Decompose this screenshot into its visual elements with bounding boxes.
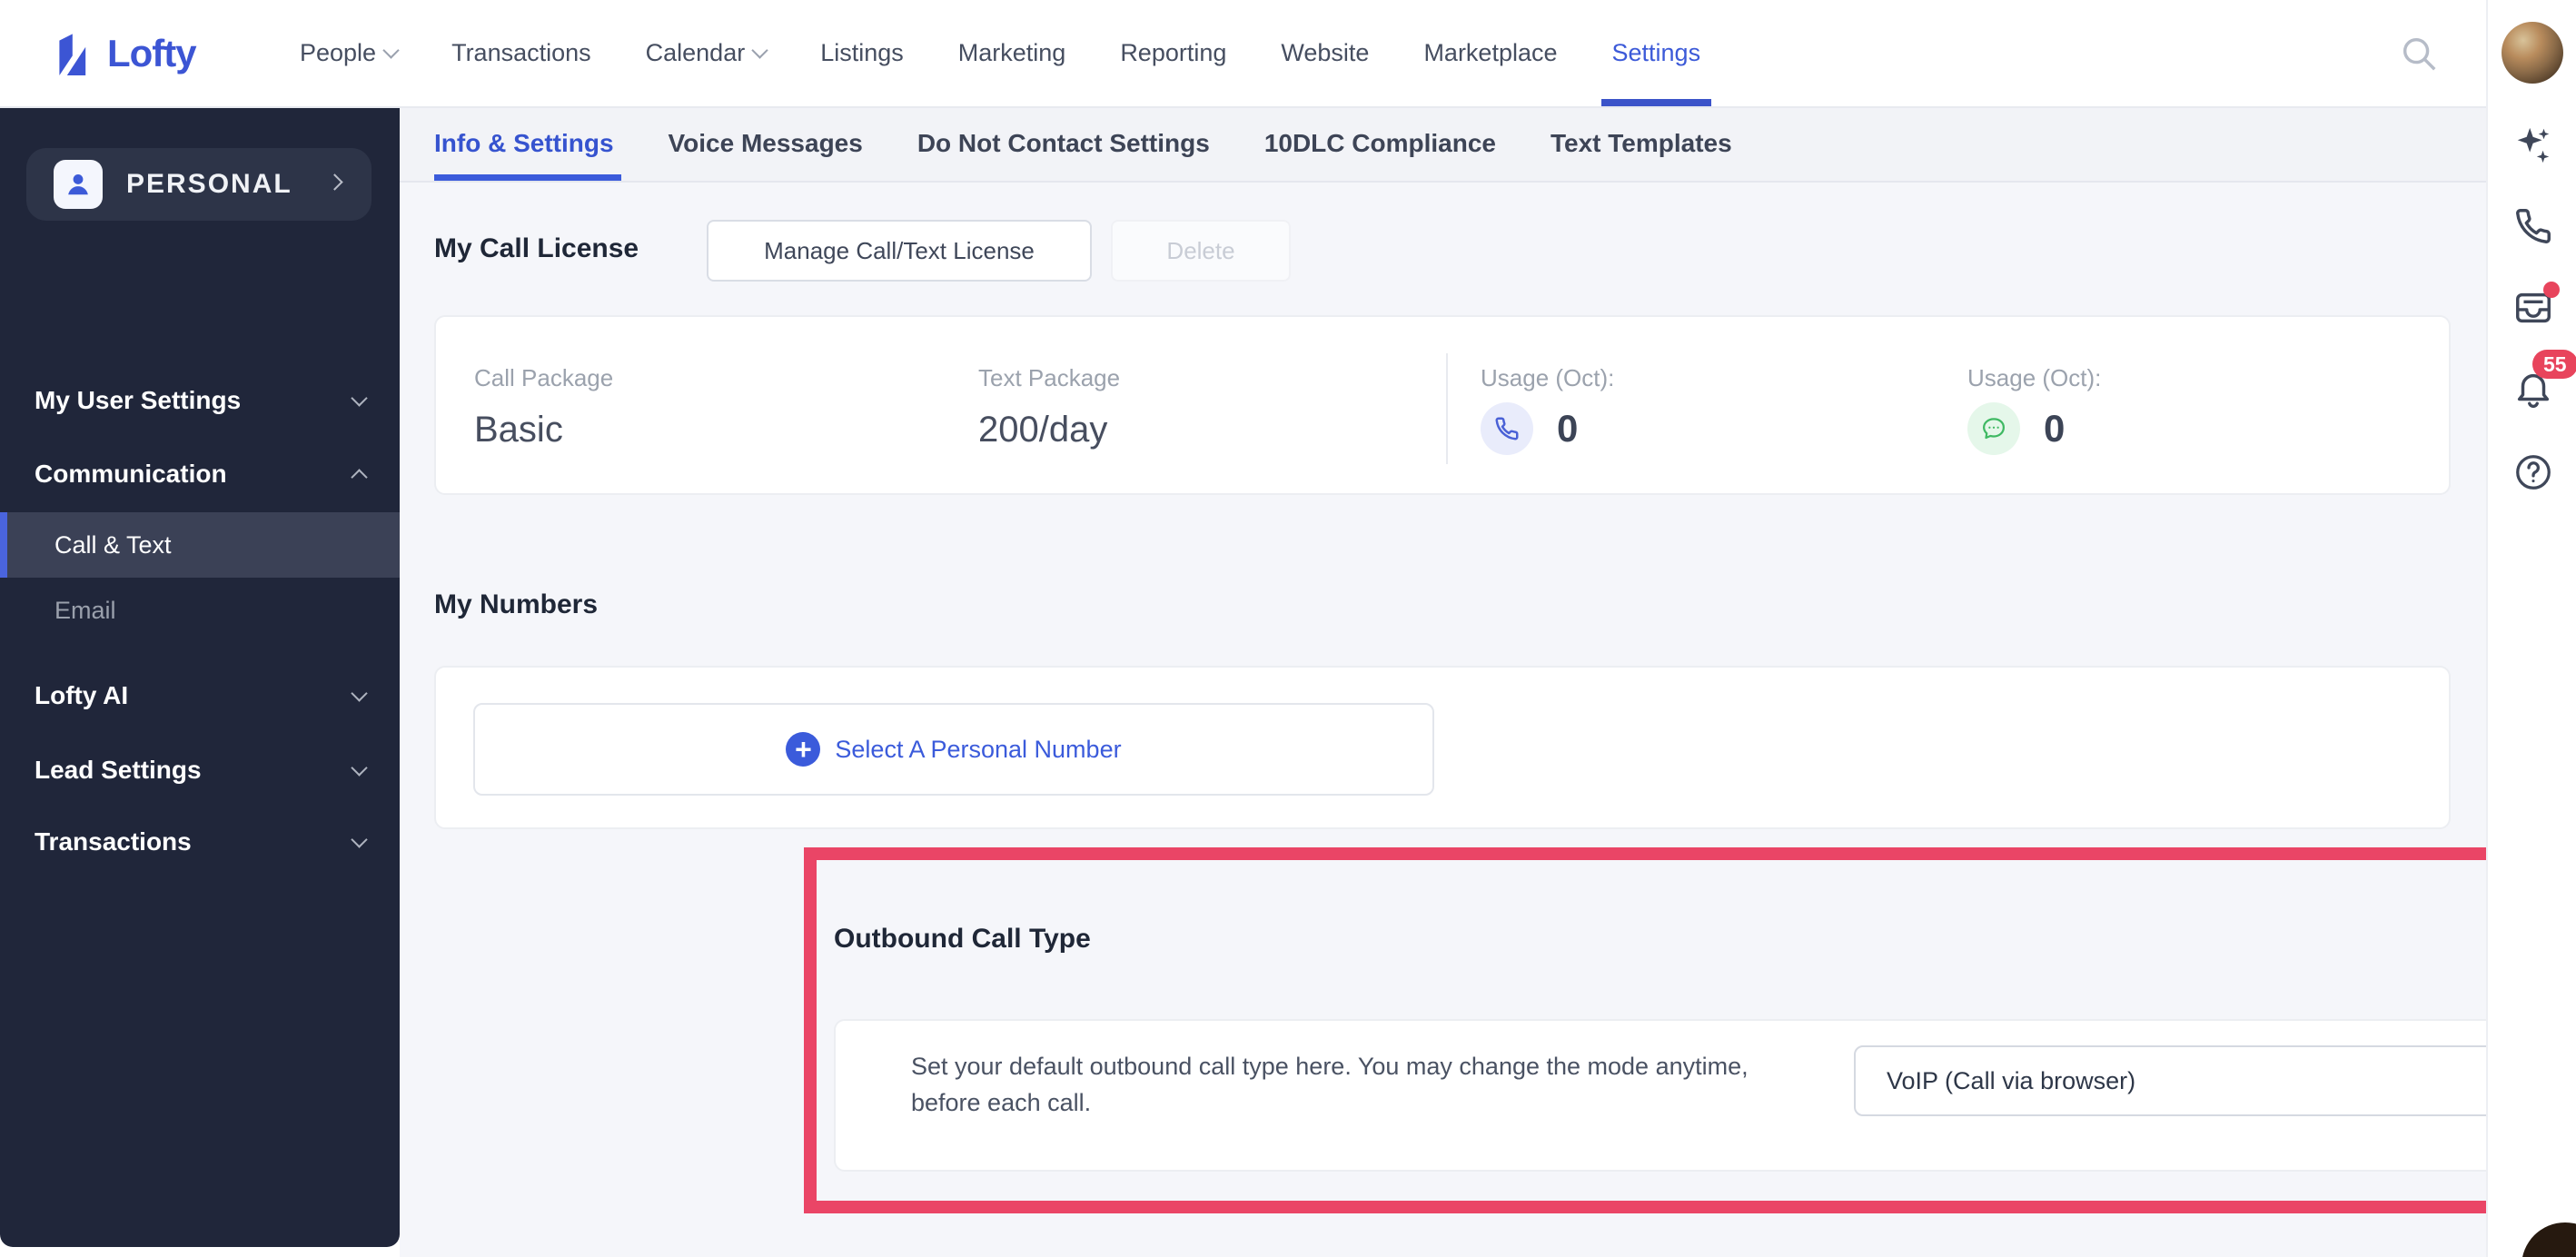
sidebar-group-my-user-settings[interactable]: My User Settings	[0, 367, 400, 434]
right-toolbar: 55	[2486, 0, 2576, 1257]
usage-sms-label: Usage (Oct):	[1967, 364, 2102, 391]
chevron-right-icon	[326, 173, 343, 191]
sidebar-group-communication[interactable]: Communication	[0, 440, 400, 508]
select-personal-number-label: Select A Personal Number	[835, 735, 1122, 763]
inbox-icon[interactable]	[2512, 282, 2560, 329]
call-package-value: Basic	[474, 410, 563, 450]
outbound-call-type-heading: Outbound Call Type	[834, 924, 1091, 954]
nav-item-listings[interactable]: Listings	[793, 0, 931, 106]
my-numbers-card: + Select A Personal Number	[434, 666, 2451, 829]
usage-call-value: 0	[1557, 407, 1579, 450]
user-avatar[interactable]	[2502, 22, 2563, 84]
nav-item-transactions[interactable]: Transactions	[424, 0, 619, 106]
lofty-logo-text: Lofty	[107, 31, 197, 74]
select-personal-number-button[interactable]: + Select A Personal Number	[473, 703, 1434, 796]
tab-do-not-contact-settings[interactable]: Do Not Contact Settings	[890, 106, 1237, 181]
settings-tabbar: Info & Settings Voice Messages Do Not Co…	[400, 106, 2486, 183]
my-call-license-heading: My Call License	[434, 233, 639, 263]
phone-icon	[1481, 402, 1533, 455]
app-window: Lofty People Transactions Calendar Listi…	[0, 0, 2576, 1257]
plus-circle-icon: +	[786, 732, 821, 767]
outbound-call-type-highlight: Outbound Call Type Set your default outb…	[804, 847, 2576, 1213]
manage-call-text-license-button[interactable]: Manage Call/Text License	[707, 220, 1092, 282]
text-package-label: Text Package	[978, 364, 1121, 391]
outbound-call-type-value: VoIP (Call via browser)	[1887, 1066, 2136, 1094]
card-divider	[1446, 353, 1448, 464]
nav-item-website[interactable]: Website	[1253, 0, 1396, 106]
top-header: Lofty People Transactions Calendar Listi…	[0, 0, 2486, 108]
usage-call-label: Usage (Oct):	[1481, 364, 1615, 391]
chevron-down-icon	[382, 42, 400, 59]
chat-widget-peek[interactable]	[2522, 1222, 2576, 1257]
lofty-logo-icon	[53, 32, 94, 75]
sidebar-group-lead-settings[interactable]: Lead Settings	[0, 737, 400, 804]
inbox-unread-dot	[2543, 282, 2560, 298]
ai-sparkle-icon[interactable]	[2512, 124, 2554, 166]
account-label: PERSONAL	[126, 169, 292, 199]
nav-item-marketplace[interactable]: Marketplace	[1396, 0, 1584, 106]
text-package-value: 200/day	[978, 410, 1108, 450]
nav-item-settings[interactable]: Settings	[1585, 0, 1729, 106]
user-icon	[54, 160, 103, 209]
usage-call-row: 0	[1481, 402, 1578, 455]
chevron-down-icon	[351, 830, 368, 848]
nav-item-calendar[interactable]: Calendar	[619, 0, 794, 106]
call-license-card: Call Package Basic Text Package 200/day …	[434, 315, 2451, 495]
chevron-down-icon	[351, 758, 368, 777]
chevron-down-icon	[351, 389, 368, 407]
sidebar-group-transactions[interactable]: Transactions	[0, 808, 400, 876]
chevron-down-icon	[751, 42, 768, 59]
outbound-call-type-card: Set your default outbound call type here…	[834, 1019, 2576, 1172]
usage-sms-value: 0	[2044, 407, 2066, 450]
help-icon[interactable]	[2512, 451, 2554, 493]
notifications-icon[interactable]: 55	[2512, 350, 2576, 410]
main-nav: People Transactions Calendar Listings Ma…	[272, 0, 1728, 106]
chevron-up-icon	[351, 468, 368, 486]
tab-text-templates[interactable]: Text Templates	[1523, 106, 1759, 181]
phone-icon[interactable]	[2512, 205, 2554, 247]
nav-item-reporting[interactable]: Reporting	[1093, 0, 1253, 106]
outbound-description-line2: before each call.	[911, 1089, 1092, 1116]
lofty-logo[interactable]: Lofty	[53, 32, 253, 75]
message-bubble-icon	[1967, 402, 2020, 455]
my-numbers-heading: My Numbers	[434, 589, 599, 619]
account-switcher[interactable]: PERSONAL	[26, 148, 372, 221]
delete-license-button[interactable]: Delete	[1111, 220, 1291, 282]
sidebar-group-lofty-ai[interactable]: Lofty AI	[0, 662, 400, 729]
tab-info-and-settings[interactable]: Info & Settings	[434, 106, 641, 181]
nav-item-people[interactable]: People	[272, 0, 424, 106]
notifications-badge: 55	[2532, 350, 2576, 379]
page-bottom-strip	[0, 1247, 400, 1257]
outbound-call-type-dropdown[interactable]: VoIP (Call via browser)	[1854, 1045, 2576, 1116]
search-icon[interactable]	[2398, 33, 2440, 74]
tab-voice-messages[interactable]: Voice Messages	[641, 106, 890, 181]
chevron-down-icon	[351, 684, 368, 702]
tab-10dlc-compliance[interactable]: 10DLC Compliance	[1237, 106, 1523, 181]
sidebar-item-email[interactable]: Email	[0, 578, 400, 643]
settings-sidebar: PERSONAL My User Settings Communication …	[0, 106, 400, 1247]
outbound-description-line1: Set your default outbound call type here…	[911, 1053, 1749, 1080]
nav-item-marketing[interactable]: Marketing	[931, 0, 1094, 106]
usage-sms-row: 0	[1967, 402, 2065, 455]
call-package-label: Call Package	[474, 364, 614, 391]
sidebar-item-call-and-text[interactable]: Call & Text	[0, 512, 400, 578]
main-content: Info & Settings Voice Messages Do Not Co…	[400, 106, 2576, 1257]
